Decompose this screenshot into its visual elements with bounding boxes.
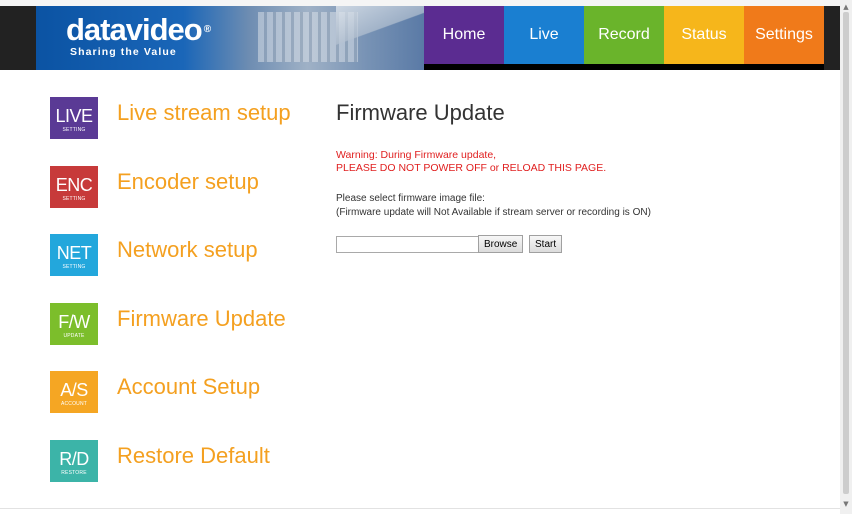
warning-line-2: PLEASE DO NOT POWER OFF or RELOAD THIS P… bbox=[336, 162, 607, 174]
browse-button[interactable]: Browse bbox=[478, 235, 524, 253]
canopy-image bbox=[336, 6, 424, 70]
icon-abbr: NET bbox=[56, 243, 92, 263]
icon-abbr: ENC bbox=[55, 175, 93, 195]
nav-underline bbox=[424, 64, 824, 70]
main-nav: Home Live Record Status Settings bbox=[424, 6, 824, 70]
live-setting-icon: LIVE SETTING bbox=[50, 97, 98, 139]
icon-abbr: R/D bbox=[59, 449, 89, 469]
sidebar-item-live-stream-setup[interactable]: LIVE SETTING Live stream setup bbox=[50, 94, 370, 154]
start-button[interactable]: Start bbox=[529, 235, 563, 253]
sidebar-item-encoder-setup[interactable]: ENC SETTING Encoder setup bbox=[50, 163, 370, 223]
vertical-scrollbar[interactable]: ▲ ▼ bbox=[840, 0, 852, 514]
firmware-update-icon: F/W UPDATE bbox=[50, 303, 98, 345]
firmware-file-input[interactable] bbox=[336, 236, 480, 253]
sidebar-item-label: Firmware Update bbox=[117, 306, 286, 331]
nav-record[interactable]: Record bbox=[584, 6, 664, 64]
encoder-setting-icon: ENC SETTING bbox=[50, 166, 98, 208]
trademark-symbol: ® bbox=[203, 24, 211, 35]
nav-home[interactable]: Home bbox=[424, 6, 504, 64]
network-setting-icon: NET SETTING bbox=[50, 234, 98, 276]
sidebar-item-label: Live stream setup bbox=[117, 100, 291, 125]
scroll-up-arrow-icon[interactable]: ▲ bbox=[842, 3, 850, 11]
icon-sub: SETTING bbox=[62, 264, 86, 270]
icon-sub: ACCOUNT bbox=[60, 401, 88, 407]
nav-settings[interactable]: Settings bbox=[744, 6, 824, 64]
sidebar-item-account-setup[interactable]: A/S ACCOUNT Account Setup bbox=[50, 368, 370, 428]
icon-sub: UPDATE bbox=[63, 333, 85, 339]
icon-sub: SETTING bbox=[62, 196, 86, 202]
nav-status[interactable]: Status bbox=[664, 6, 744, 64]
icon-abbr: A/S bbox=[60, 380, 88, 400]
page-title: Firmware Update bbox=[336, 100, 505, 125]
icon-abbr: LIVE bbox=[55, 106, 93, 126]
sidebar-item-label: Network setup bbox=[117, 237, 258, 262]
instruction-line-1: Please select firmware image file: bbox=[336, 193, 485, 204]
instruction-line-2: (Firmware update will Not Available if s… bbox=[336, 207, 651, 218]
sidebar-item-firmware-update[interactable]: F/W UPDATE Firmware Update bbox=[50, 300, 370, 360]
sidebar-item-label: Account Setup bbox=[117, 374, 261, 399]
brand-banner: datavideo ® Sharing the Value bbox=[36, 6, 424, 70]
scroll-thumb[interactable] bbox=[843, 12, 849, 494]
scroll-down-arrow-icon[interactable]: ▼ bbox=[842, 500, 850, 508]
nav-live[interactable]: Live bbox=[504, 6, 584, 64]
sidebar-item-label: Restore Default bbox=[117, 443, 270, 468]
account-setup-icon: A/S ACCOUNT bbox=[50, 371, 98, 413]
icon-sub: SETTING bbox=[62, 127, 86, 133]
icon-sub: RESTORE bbox=[61, 470, 87, 476]
brand-tagline: Sharing the Value bbox=[70, 46, 177, 58]
logo-text: datavideo bbox=[66, 12, 203, 47]
sidebar-item-label: Encoder setup bbox=[117, 169, 259, 194]
restore-default-icon: R/D RESTORE bbox=[50, 440, 98, 482]
sidebar-item-network-setup[interactable]: NET SETTING Network setup bbox=[50, 231, 370, 291]
browser-page: datavideo ® Sharing the Value Home Live R… bbox=[0, 0, 852, 514]
warning-line-1: Warning: During Firmware update, bbox=[336, 149, 497, 161]
icon-abbr: F/W bbox=[58, 312, 90, 332]
bottom-divider bbox=[0, 508, 840, 509]
datavideo-logo[interactable]: datavideo ® bbox=[66, 12, 211, 47]
sidebar-item-restore-default[interactable]: R/D RESTORE Restore Default bbox=[50, 437, 370, 497]
